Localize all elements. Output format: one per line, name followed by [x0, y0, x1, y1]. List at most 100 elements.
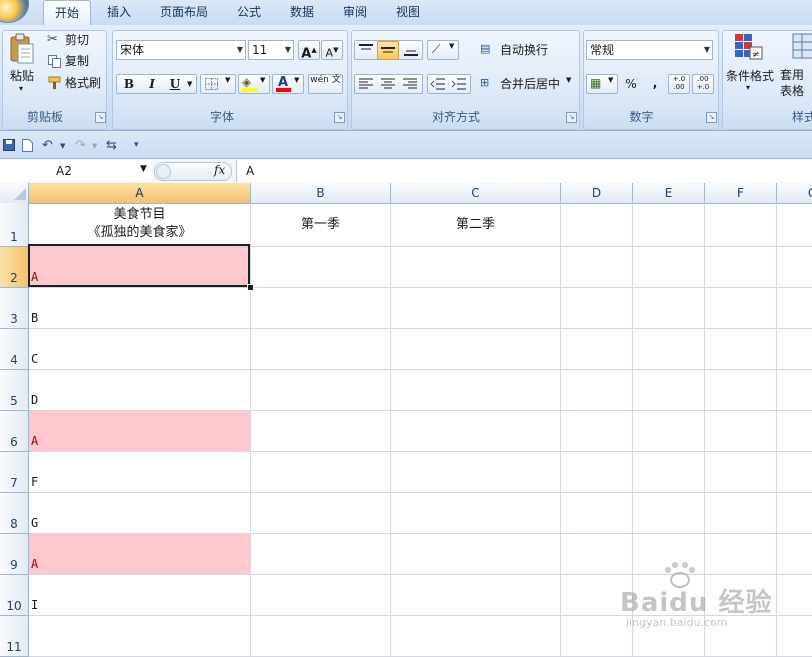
cell-a7[interactable]: F — [29, 452, 251, 493]
row-header-7[interactable]: 7 — [0, 452, 29, 493]
underline-dropdown-icon[interactable]: ▼ — [187, 75, 197, 93]
wrap-text-button[interactable]: ▤ 自动换行 — [480, 41, 576, 59]
new-document-icon[interactable] — [22, 139, 33, 152]
redo-dropdown-icon[interactable]: ▼ — [92, 142, 97, 156]
column-header-g[interactable]: G — [777, 183, 812, 203]
repeat-format-icon[interactable]: ⇆ — [106, 138, 117, 153]
number-dialog-launcher-icon[interactable]: ↘ — [706, 112, 717, 123]
percent-button[interactable]: % — [621, 75, 641, 93]
increase-decimal-icon: +.0 .00 — [672, 75, 686, 91]
customize-toolbar-icon[interactable]: ▾ — [134, 140, 139, 154]
align-right-button[interactable] — [401, 76, 421, 92]
fill-handle[interactable] — [247, 284, 254, 291]
row-header-9[interactable]: 9 — [0, 534, 29, 575]
column-header-b[interactable]: B — [251, 183, 391, 203]
grow-font-button[interactable]: A▲ — [298, 40, 320, 61]
fill-color-button[interactable]: ◈ ▼ — [238, 74, 270, 94]
column-header-f[interactable]: F — [705, 183, 777, 203]
conditional-formatting-icon: ≠ — [735, 34, 763, 60]
copy-button[interactable]: 复制 — [47, 52, 103, 70]
formula-input[interactable]: A — [236, 160, 812, 182]
merge-center-button[interactable]: ⊞ 合并后居中 ▼ — [480, 75, 576, 93]
align-bottom-button[interactable] — [401, 42, 421, 58]
redo-icon[interactable]: ↷ — [75, 138, 86, 153]
cell-a1[interactable]: 美食节目 《孤独的美食家》 — [29, 203, 251, 247]
column-header-a[interactable]: A — [29, 183, 251, 203]
insert-function-button[interactable]: fx — [214, 163, 225, 177]
clipboard-dialog-launcher-icon[interactable]: ↘ — [95, 112, 106, 123]
bold-button[interactable]: B — [118, 75, 140, 93]
cell-b1[interactable]: 第一季 — [251, 203, 391, 247]
cell-f1[interactable] — [705, 203, 777, 247]
tab-formulas[interactable]: 公式 — [227, 0, 271, 25]
tab-insert[interactable]: 插入 — [97, 0, 141, 25]
row-header-11[interactable]: 11 — [0, 616, 29, 657]
cell-a11[interactable] — [29, 616, 251, 657]
font-size-select[interactable]: 11 ▼ — [248, 40, 294, 60]
increase-indent-icon — [451, 78, 466, 90]
format-as-table-button[interactable]: 套用表格格 — [780, 33, 812, 99]
cell-a6[interactable]: A — [29, 411, 251, 452]
orientation-button[interactable]: ⟋ ▼ — [427, 40, 459, 60]
comma-style-button[interactable]: , — [645, 75, 665, 93]
undo-icon[interactable]: ↶ — [42, 138, 53, 153]
row-header-3[interactable]: 3 — [0, 288, 29, 329]
increase-decimal-button[interactable]: +.0 .00 — [668, 74, 690, 94]
increase-indent-button[interactable] — [450, 76, 470, 92]
align-left-button[interactable] — [357, 76, 377, 92]
decrease-indent-button[interactable] — [429, 76, 449, 92]
underline-button[interactable]: U — [164, 75, 186, 93]
name-box[interactable]: A2 — [0, 160, 152, 182]
cell-d1[interactable] — [561, 203, 633, 247]
format-painter-button[interactable]: 格式刷 — [47, 74, 105, 92]
save-icon[interactable] — [3, 139, 15, 151]
tab-home[interactable]: 开始 — [43, 0, 91, 26]
italic-button[interactable]: I — [141, 75, 163, 93]
accounting-format-button[interactable]: ▦ ▼ — [586, 74, 618, 94]
align-middle-button[interactable] — [377, 41, 399, 60]
cell-a3[interactable]: B — [29, 288, 251, 329]
row-header-1[interactable]: 1 — [0, 203, 29, 247]
cell-a5[interactable]: D — [29, 370, 251, 411]
number-format-select[interactable]: 常规 ▼ — [586, 40, 713, 60]
paste-dropdown-icon[interactable]: ▾ — [19, 84, 23, 93]
cell-a9[interactable]: A — [29, 534, 251, 575]
column-header-c[interactable]: C — [391, 183, 561, 203]
row-header-6[interactable]: 6 — [0, 411, 29, 452]
alignment-dialog-launcher-icon[interactable]: ↘ — [566, 112, 577, 123]
column-header-e[interactable]: E — [633, 183, 705, 203]
cell-a4[interactable]: C — [29, 329, 251, 370]
align-center-button[interactable] — [379, 76, 399, 92]
tab-view[interactable]: 视图 — [386, 0, 430, 25]
formula-expand-icon[interactable] — [156, 164, 171, 179]
row-header-8[interactable]: 8 — [0, 493, 29, 534]
undo-dropdown-icon[interactable]: ▼ — [60, 142, 65, 156]
row-header-4[interactable]: 4 — [0, 329, 29, 370]
cell-g1[interactable] — [777, 203, 812, 247]
row-header-10[interactable]: 10 — [0, 575, 29, 616]
phonetic-button[interactable]: wén 文 — [308, 74, 343, 94]
row-header-2[interactable]: 2 — [0, 247, 29, 288]
tab-data[interactable]: 数据 — [280, 0, 324, 25]
cut-button[interactable]: ✂ 剪切 — [47, 31, 103, 49]
font-color-button[interactable]: A ▼ — [272, 74, 304, 94]
watermark-brand-text: Bai — [620, 588, 670, 618]
decrease-decimal-button[interactable]: .00 +.0 — [692, 74, 714, 94]
row-header-5[interactable]: 5 — [0, 370, 29, 411]
borders-button[interactable]: ▼ — [200, 74, 236, 94]
conditional-formatting-button[interactable]: ≠ 条件格式 ▾ — [724, 33, 776, 99]
font-name-select[interactable]: 宋体 ▼ — [116, 40, 246, 60]
font-dialog-launcher-icon[interactable]: ↘ — [334, 112, 345, 123]
shrink-font-button[interactable]: A▼ — [321, 40, 343, 60]
cell-a8[interactable]: G — [29, 493, 251, 534]
name-box-dropdown-icon[interactable]: ▼ — [140, 164, 147, 174]
cell-a10[interactable]: I — [29, 575, 251, 616]
align-top-button[interactable] — [356, 42, 376, 58]
cell-c1[interactable]: 第二季 — [391, 203, 561, 247]
paste-button[interactable]: 粘贴 ▾ — [6, 33, 40, 95]
select-all-button[interactable] — [0, 183, 29, 203]
column-header-d[interactable]: D — [561, 183, 633, 203]
tab-page-layout[interactable]: 页面布局 — [151, 0, 217, 25]
cell-e1[interactable] — [633, 203, 705, 247]
tab-review[interactable]: 审阅 — [333, 0, 377, 25]
